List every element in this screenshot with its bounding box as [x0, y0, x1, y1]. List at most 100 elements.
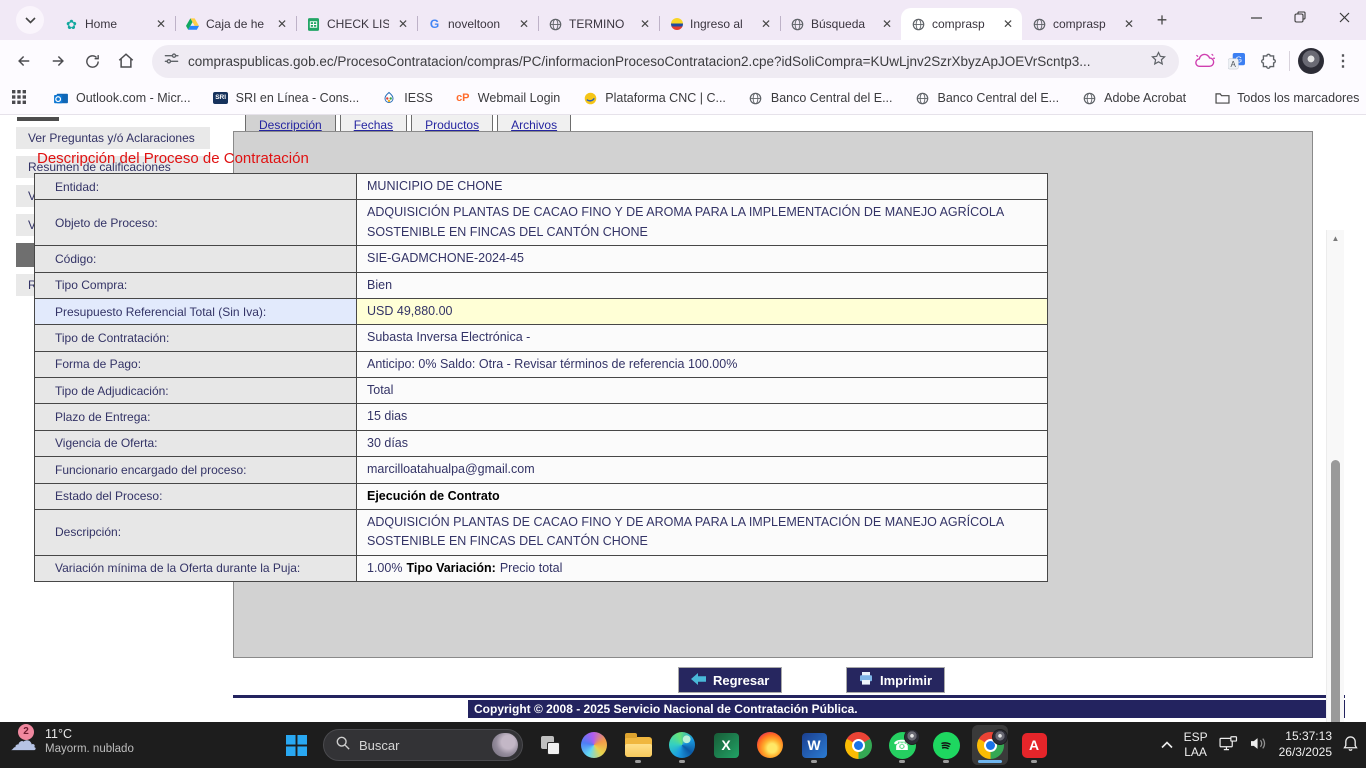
tab-close-icon[interactable]: ✕: [879, 16, 895, 32]
browser-tab[interactable]: TERMINO ✕: [538, 8, 659, 40]
apps-grid-icon[interactable]: [12, 90, 26, 107]
tab-close-icon[interactable]: ✕: [274, 16, 290, 32]
translate-icon[interactable]: GA: [1221, 46, 1251, 76]
content-tab[interactable]: Descripción: [245, 115, 336, 131]
row-label: Entidad:: [35, 174, 357, 199]
site-info-icon[interactable]: [164, 51, 179, 71]
clock[interactable]: 15:37:13 26/3/2025: [1279, 729, 1332, 760]
edge-icon[interactable]: [664, 725, 700, 765]
page-content: Ver Preguntas y/ó Aclaraciones Resumen d…: [0, 115, 1346, 722]
browser-tab[interactable]: Búsqueda ✕: [780, 8, 901, 40]
excel-icon[interactable]: X: [708, 725, 744, 765]
bookmark-star-icon[interactable]: [1150, 50, 1167, 72]
content-tab[interactable]: Fechas: [340, 115, 407, 131]
chrome-active-icon[interactable]: [972, 725, 1008, 765]
ai-sparkle-cloud-icon[interactable]: [1189, 46, 1219, 76]
copilot-icon[interactable]: [576, 725, 612, 765]
home-button[interactable]: [110, 45, 142, 77]
bookmark-item[interactable]: IESS: [370, 90, 444, 106]
tab-close-icon[interactable]: ✕: [395, 16, 411, 32]
row-label: Forma de Pago:: [35, 352, 357, 377]
bookmark-item[interactable]: Outlook.com - Micr...: [42, 90, 202, 106]
tab-title: noveltoon: [448, 17, 510, 31]
browser-tab[interactable]: comprasp ✕: [901, 8, 1022, 40]
tab-close-icon[interactable]: ✕: [516, 16, 532, 32]
url-bar[interactable]: compraspublicas.gob.ec/ProcesoContrataci…: [152, 45, 1179, 78]
row-value: 1.00%Tipo Variación:Precio total: [357, 556, 1047, 581]
volume-icon[interactable]: [1249, 736, 1268, 754]
tab-search-button[interactable]: [16, 6, 44, 34]
browser-tab[interactable]: comprasp ✕: [1022, 8, 1143, 40]
network-icon[interactable]: [1219, 736, 1238, 754]
table-row: Objeto de Proceso: ADQUISICIÓN PLANTAS D…: [34, 199, 1048, 246]
content-tab[interactable]: Archivos: [497, 115, 571, 131]
tray-chevron-up-icon[interactable]: [1161, 738, 1173, 752]
all-bookmarks-button[interactable]: Todos los marcadores: [1203, 90, 1366, 106]
menu-kebab-icon[interactable]: ⋮: [1328, 46, 1358, 76]
row-value: ADQUISICIÓN PLANTAS DE CACAO FINO Y DE A…: [357, 200, 1047, 245]
row-label: Tipo Compra:: [35, 273, 357, 298]
extensions-puzzle-icon[interactable]: [1253, 46, 1283, 76]
spotify-icon[interactable]: [928, 725, 964, 765]
bookmark-item[interactable]: Banco Central del E...: [737, 90, 904, 106]
footer-rule: [233, 695, 1345, 698]
sidebar-item[interactable]: Ver Preguntas y/ó Aclaraciones: [16, 127, 210, 149]
bookmark-label: Outlook.com - Micr...: [76, 91, 191, 105]
close-window-button[interactable]: [1322, 0, 1366, 34]
new-tab-button[interactable]: +: [1149, 7, 1175, 33]
row-label: Plazo de Entrega:: [35, 404, 357, 429]
tab-title: TERMINO: [569, 17, 631, 31]
restore-button[interactable]: [1278, 0, 1322, 34]
browser-tab[interactable]: CHECK LIS ✕: [296, 8, 417, 40]
search-placeholder: Buscar: [359, 738, 483, 753]
bookmark-items: Outlook.com - Micr... SRI SRI en Línea -…: [42, 90, 1197, 106]
table-row: Plazo de Entrega: 15 dias: [34, 403, 1048, 430]
start-button[interactable]: [278, 725, 314, 765]
bookmark-item[interactable]: SRI SRI en Línea - Cons...: [202, 90, 371, 106]
browser-tab[interactable]: G noveltoon ✕: [417, 8, 538, 40]
forward-button[interactable]: [42, 45, 74, 77]
firefox-icon[interactable]: [752, 725, 788, 765]
whatsapp-icon[interactable]: ☎: [884, 725, 920, 765]
tab-close-icon[interactable]: ✕: [153, 16, 169, 32]
search-icon: [336, 736, 350, 755]
notifications-bell-icon[interactable]: [1343, 735, 1358, 755]
print-button[interactable]: Imprimir: [846, 667, 945, 693]
browser-tab[interactable]: Ingreso al ✕: [659, 8, 780, 40]
scroll-up-arrow[interactable]: ▲: [1327, 230, 1344, 246]
drive-favicon: [185, 17, 200, 32]
bookmark-item[interactable]: cP Webmail Login: [444, 90, 571, 106]
bookmark-item[interactable]: Plataforma CNC | C...: [571, 90, 737, 106]
file-explorer-icon[interactable]: [620, 725, 656, 765]
browser-tab[interactable]: Caja de he ✕: [175, 8, 296, 40]
tab-close-icon[interactable]: ✕: [1000, 16, 1016, 32]
chrome-icon[interactable]: [840, 725, 876, 765]
back-to-list-button[interactable]: Regresar: [678, 667, 782, 693]
task-view-icon[interactable]: [532, 725, 568, 765]
tab-title: Caja de he: [206, 17, 268, 31]
tab-close-icon[interactable]: ✕: [637, 16, 653, 32]
acrobat-icon[interactable]: A: [1016, 725, 1052, 765]
tab-title: comprasp: [1053, 17, 1115, 31]
chevron-down-icon: [25, 17, 36, 24]
bookmark-item[interactable]: Adobe Acrobat: [1070, 90, 1197, 106]
back-button[interactable]: [8, 45, 40, 77]
tab-close-icon[interactable]: ✕: [1121, 16, 1137, 32]
sri-favicon: SRI: [213, 90, 229, 106]
language-indicator[interactable]: ESP LAA: [1184, 730, 1208, 760]
browser-tab[interactable]: ✿ Home ✕: [54, 8, 175, 40]
taskbar-icons: X W ☎ A: [532, 725, 1052, 765]
row-value: Anticipo: 0% Saldo: Otra - Revisar térmi…: [357, 352, 1047, 377]
bookmark-item[interactable]: Banco Central del E...: [904, 90, 1071, 106]
profile-avatar[interactable]: [1296, 46, 1326, 76]
page-scrollbar[interactable]: ▲ ▼: [1326, 230, 1344, 768]
content-tab[interactable]: Productos: [411, 115, 493, 131]
tab-close-icon[interactable]: ✕: [758, 16, 774, 32]
word-icon[interactable]: W: [796, 725, 832, 765]
weather-widget[interactable]: ☁2 11°C Mayorm. nublado: [10, 727, 134, 755]
minimize-button[interactable]: [1234, 0, 1278, 34]
ecuador-favicon: [669, 17, 684, 32]
reload-button[interactable]: [76, 45, 108, 77]
windows-logo-icon: [286, 735, 307, 756]
taskbar-search[interactable]: Buscar: [323, 729, 523, 761]
